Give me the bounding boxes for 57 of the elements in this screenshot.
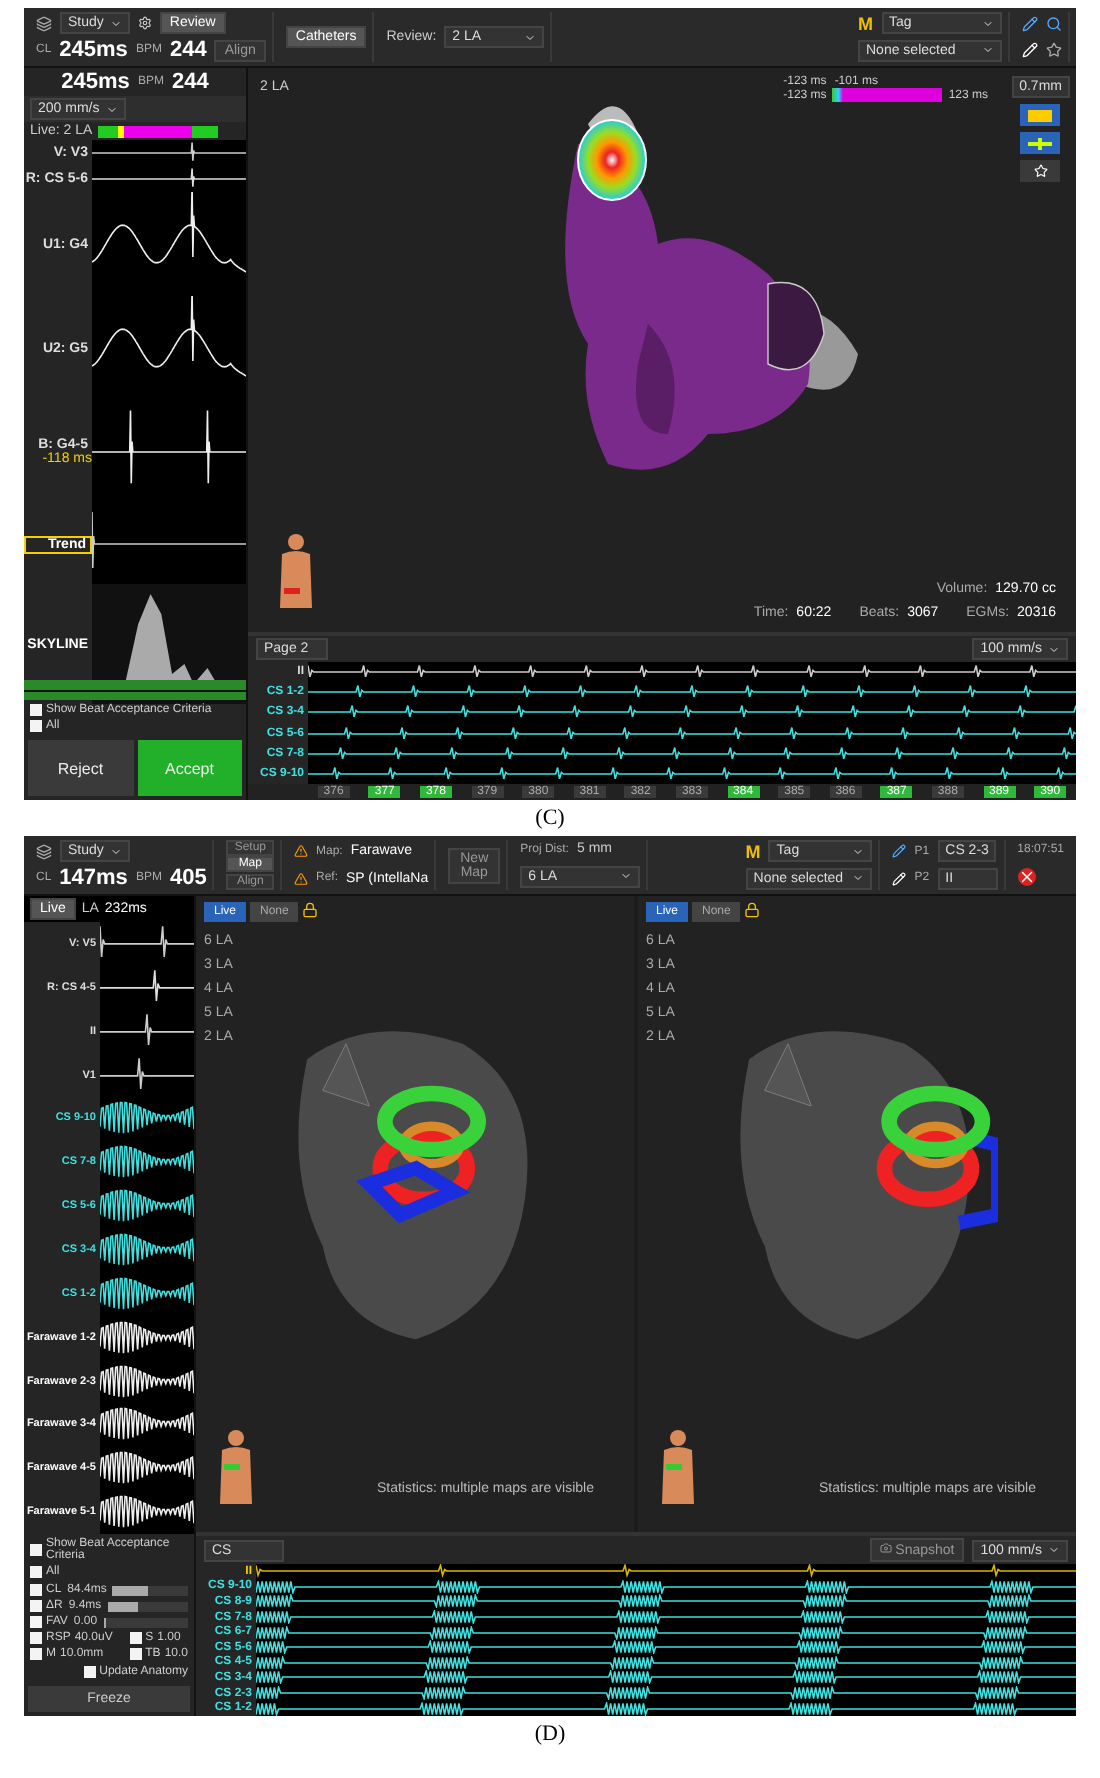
map-color-icon[interactable] <box>1020 104 1061 126</box>
checkbox[interactable] <box>30 1566 42 1578</box>
bpm-value: 244 <box>171 70 209 94</box>
caret-icon <box>524 31 537 43</box>
window-bar-drawing <box>98 125 219 137</box>
caret-icon <box>1048 643 1060 655</box>
warning-icon <box>294 844 308 859</box>
search-icon[interactable] <box>1046 15 1062 32</box>
cycle-length-value: 245ms <box>59 38 128 62</box>
checkbox[interactable] <box>129 1632 142 1644</box>
checkbox[interactable] <box>30 1648 42 1660</box>
caret-icon <box>852 845 865 858</box>
figure-caption: (C) <box>535 804 565 834</box>
checkbox[interactable] <box>83 1666 96 1678</box>
camera-icon <box>879 1542 892 1554</box>
lock-icon[interactable] <box>302 902 319 918</box>
checkbox[interactable] <box>30 1584 42 1596</box>
logo-icon <box>36 843 52 859</box>
figure-caption: (D) <box>534 1720 566 1750</box>
warning-icon <box>294 871 308 886</box>
lock-icon[interactable] <box>744 902 761 918</box>
signal-trace <box>100 1490 194 1535</box>
caret-icon <box>109 845 122 857</box>
checkbox[interactable] <box>30 1616 42 1628</box>
caret-icon <box>981 17 993 30</box>
checkbox[interactable] <box>30 1544 42 1556</box>
criterion-slider[interactable] <box>112 1585 188 1595</box>
close-icon[interactable] <box>1017 868 1036 886</box>
torso-drawing <box>276 532 316 612</box>
caret-icon <box>982 44 994 57</box>
tag-mark: M <box>858 13 873 34</box>
caret-icon <box>852 872 865 885</box>
checkbox[interactable] <box>30 704 42 716</box>
pencil-icon[interactable] <box>1022 15 1038 32</box>
cycle-length-value: 245ms <box>61 70 130 94</box>
bpm-value: 244 <box>169 38 207 62</box>
settings-icon[interactable] <box>137 16 152 30</box>
checkbox[interactable] <box>30 1600 42 1612</box>
checkbox[interactable] <box>30 1632 42 1644</box>
reject-button[interactable]: Reject <box>28 740 133 796</box>
torso-drawing <box>658 1428 698 1508</box>
criterion-slider[interactable] <box>103 1617 188 1627</box>
caret-icon <box>1048 1544 1060 1556</box>
color-scale-bar <box>832 88 943 102</box>
torso-drawing <box>216 1428 256 1508</box>
checkbox[interactable] <box>129 1648 142 1660</box>
checkbox[interactable] <box>30 720 42 732</box>
crosshair-icon[interactable] <box>1020 132 1061 154</box>
tag-mark: M <box>745 841 761 862</box>
logo-icon <box>36 15 52 31</box>
caret-icon <box>620 870 633 883</box>
star-icon[interactable] <box>1046 42 1062 59</box>
caret-icon <box>105 103 118 115</box>
cycle-length-value: 147ms <box>59 866 128 890</box>
bpm-value: 405 <box>169 866 207 890</box>
caret-icon <box>109 17 122 29</box>
criterion-slider[interactable] <box>107 1601 188 1611</box>
